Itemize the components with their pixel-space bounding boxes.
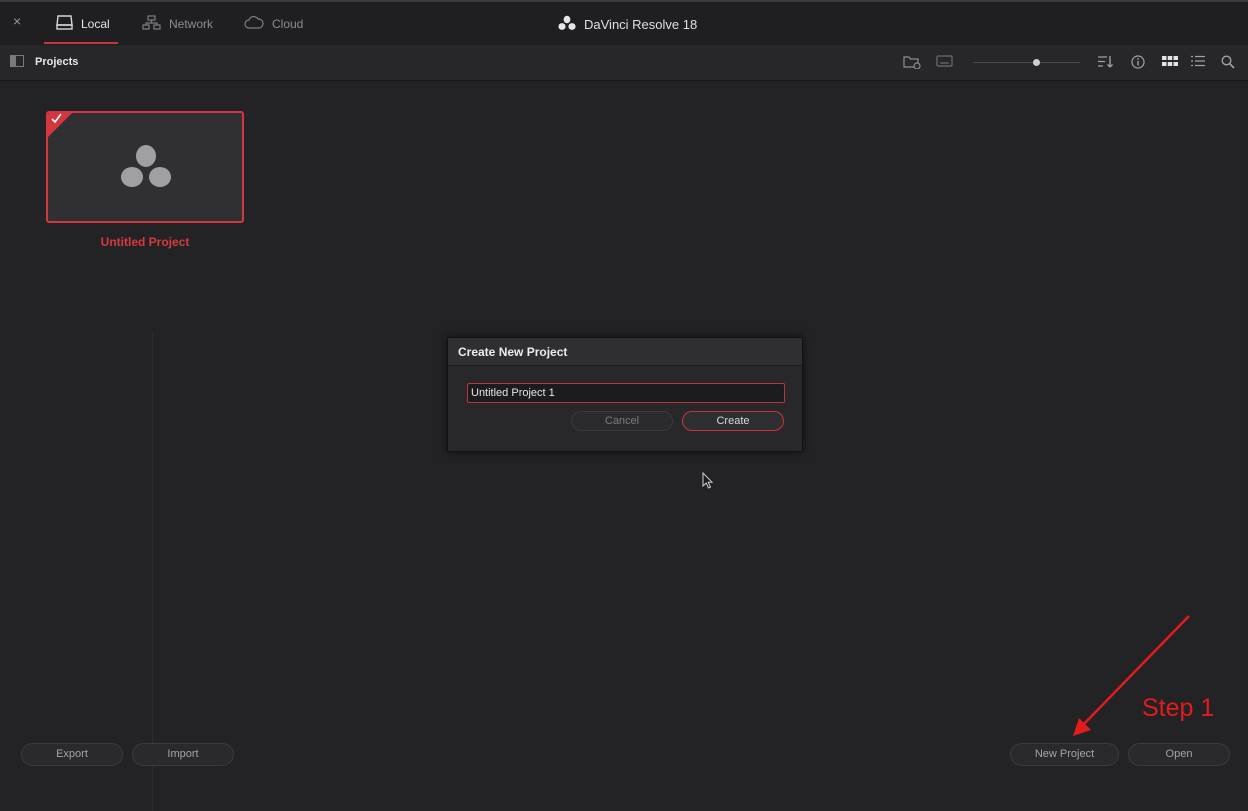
projects-title: Projects (35, 56, 79, 68)
tab-network[interactable]: Network (142, 2, 213, 45)
step-annotation: Step 1 (1142, 694, 1215, 722)
tab-local[interactable]: Local (56, 2, 110, 45)
grid-view-icon[interactable] (1162, 55, 1178, 70)
davinci-logo-icon (558, 15, 576, 34)
new-folder-icon[interactable] (903, 55, 921, 72)
dialog-title: Create New Project (458, 345, 568, 359)
import-button[interactable]: Import (132, 743, 234, 766)
title-bar: × Local Network Cloud DaVinci Resolve 18 (0, 0, 1248, 45)
zoom-slider-track[interactable] (973, 62, 1080, 63)
network-icon (142, 14, 161, 33)
tab-cloud[interactable]: Cloud (244, 2, 303, 45)
cloud-icon (244, 15, 264, 32)
info-icon[interactable] (1131, 55, 1145, 72)
divider (152, 331, 153, 811)
davinci-logo-icon (120, 143, 172, 194)
sort-icon[interactable] (1097, 55, 1114, 71)
new-project-button[interactable]: New Project (1010, 743, 1119, 766)
app-title: DaVinci Resolve 18 (558, 2, 697, 47)
sidebar-toggle-icon[interactable] (10, 55, 24, 67)
export-button[interactable]: Export (21, 743, 123, 766)
open-button[interactable]: Open (1128, 743, 1230, 766)
create-button[interactable]: Create (682, 411, 784, 431)
list-view-icon[interactable] (1191, 55, 1205, 70)
app-title-text: DaVinci Resolve 18 (584, 17, 698, 32)
zoom-slider-knob[interactable] (1033, 59, 1040, 66)
project-tile[interactable] (46, 111, 244, 223)
dialog-header: Create New Project (448, 338, 802, 366)
close-icon[interactable]: × (13, 14, 21, 28)
tab-label: Network (169, 16, 214, 31)
mouse-cursor-icon (702, 471, 714, 492)
keyboard-icon[interactable] (936, 55, 953, 70)
create-project-dialog: Create New Project Cancel Create (447, 337, 803, 452)
checkmark-icon (51, 113, 62, 127)
cancel-button[interactable]: Cancel (571, 411, 673, 431)
projects-toolbar: Projects (0, 45, 1248, 81)
drive-icon (56, 14, 73, 33)
project-name-input[interactable] (467, 383, 785, 403)
tab-label: Local (81, 16, 110, 31)
search-icon[interactable] (1221, 55, 1235, 72)
tab-label: Cloud (272, 16, 304, 31)
active-tab-indicator (44, 42, 118, 44)
project-name[interactable]: Untitled Project (46, 235, 244, 249)
